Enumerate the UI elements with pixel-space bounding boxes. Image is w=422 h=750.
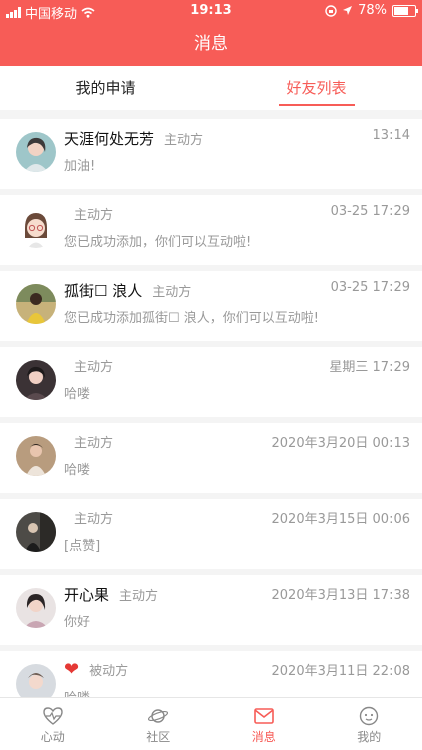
page-title: 消息 bbox=[194, 34, 228, 54]
conversation-item[interactable]: 孤街☐ 浪人 主动方 您已成功添加孤街☐ 浪人，你们可以互动啦! 03-25 1… bbox=[0, 271, 422, 341]
tabbar-label: 我的 bbox=[357, 730, 382, 744]
tabbar-label: 消息 bbox=[251, 730, 276, 744]
message-time: 03-25 17:29 bbox=[330, 280, 410, 295]
message-time: 2020年3月20日 00:13 bbox=[271, 436, 411, 451]
avatar bbox=[16, 208, 56, 248]
message-preview: 哈喽 bbox=[64, 387, 91, 402]
contact-name: 孤街☐ 浪人 bbox=[64, 282, 143, 300]
contact-name: 开心果 bbox=[64, 586, 110, 604]
heartbeat-icon bbox=[43, 707, 63, 725]
avatar bbox=[16, 512, 56, 552]
role-label: 主动方 bbox=[74, 208, 114, 223]
role-label: 主动方 bbox=[152, 285, 192, 300]
conversation-item[interactable]: 主动方 您已成功添加，你们可以互动啦! 03-25 17:29 bbox=[0, 195, 422, 265]
conversation-item[interactable]: 主动方 [点赞] 2020年3月15日 00:06 bbox=[0, 499, 422, 569]
message-preview: 哈喽 bbox=[64, 463, 91, 478]
message-preview: 您已成功添加孤街☐ 浪人，你们可以互动啦! bbox=[64, 311, 319, 326]
heart-icon: ❤ bbox=[64, 658, 80, 680]
message-preview: 您已成功添加，你们可以互动啦! bbox=[64, 235, 252, 250]
contact-name: 天涯何处无芳 bbox=[64, 130, 155, 148]
tabbar-item-messages[interactable]: 消息 bbox=[211, 698, 317, 750]
message-time: 2020年3月13日 17:38 bbox=[271, 588, 411, 603]
role-label: 主动方 bbox=[119, 589, 159, 604]
avatar bbox=[16, 664, 56, 698]
tabbar-label: 心动 bbox=[40, 730, 65, 744]
status-bar: 中国移动 19:13 78% bbox=[0, 0, 422, 22]
avatar bbox=[16, 360, 56, 400]
conversation-item[interactable]: 主动方 哈喽 星期三 17:29 bbox=[0, 347, 422, 417]
conversation-item[interactable]: 天涯何处无芳 主动方 加油! 13:14 bbox=[0, 119, 422, 189]
tab-my-applications[interactable]: 我的申请 bbox=[0, 66, 211, 110]
message-time: 2020年3月15日 00:06 bbox=[271, 512, 411, 527]
conversation-item[interactable]: ❤ 被动方 哈喽 2020年3月11日 22:08 bbox=[0, 651, 422, 698]
message-icon bbox=[253, 708, 274, 724]
tabbar-label: 社区 bbox=[146, 730, 171, 744]
location-icon bbox=[343, 6, 353, 15]
tabbar-item-heartbeat[interactable]: 心动 bbox=[0, 698, 106, 750]
orientation-lock-icon bbox=[325, 4, 337, 17]
bottom-tab-bar: 心动 社区 消息 我的 bbox=[0, 697, 422, 750]
conversation-item[interactable]: 开心果 主动方 你好 2020年3月13日 17:38 bbox=[0, 575, 422, 645]
segment-tabs: 我的申请 好友列表 bbox=[0, 66, 422, 110]
role-label: 主动方 bbox=[74, 360, 114, 375]
message-time: 03-25 17:29 bbox=[330, 204, 410, 219]
conversation-item[interactable]: 主动方 哈喽 2020年3月20日 00:13 bbox=[0, 423, 422, 493]
message-preview: [点赞] bbox=[64, 539, 101, 554]
role-label: 主动方 bbox=[164, 133, 204, 148]
avatar bbox=[16, 588, 56, 628]
message-time: 星期三 17:29 bbox=[329, 360, 410, 375]
tab-friend-list[interactable]: 好友列表 bbox=[211, 66, 422, 110]
tabbar-item-profile[interactable]: 我的 bbox=[317, 698, 422, 750]
battery-icon bbox=[392, 4, 418, 17]
message-time: 2020年3月11日 22:08 bbox=[271, 664, 411, 679]
role-label: 主动方 bbox=[74, 512, 114, 527]
role-label: 主动方 bbox=[74, 436, 114, 451]
avatar bbox=[16, 284, 56, 324]
message-time: 13:14 bbox=[372, 128, 410, 143]
message-preview: 你好 bbox=[64, 615, 91, 630]
tabbar-item-community[interactable]: 社区 bbox=[106, 698, 212, 750]
nav-bar: 消息 bbox=[0, 22, 422, 66]
role-label: 被动方 bbox=[89, 664, 129, 679]
avatar bbox=[16, 436, 56, 476]
profile-face-icon bbox=[360, 706, 379, 726]
battery-percent: 78% bbox=[358, 3, 387, 18]
planet-icon bbox=[148, 709, 169, 723]
message-preview: 加油! bbox=[64, 159, 96, 174]
avatar bbox=[16, 132, 56, 172]
conversation-list: 天涯何处无芳 主动方 加油! 13:14 主动方 您已成功添加，你们可以互动啦!… bbox=[0, 110, 422, 698]
